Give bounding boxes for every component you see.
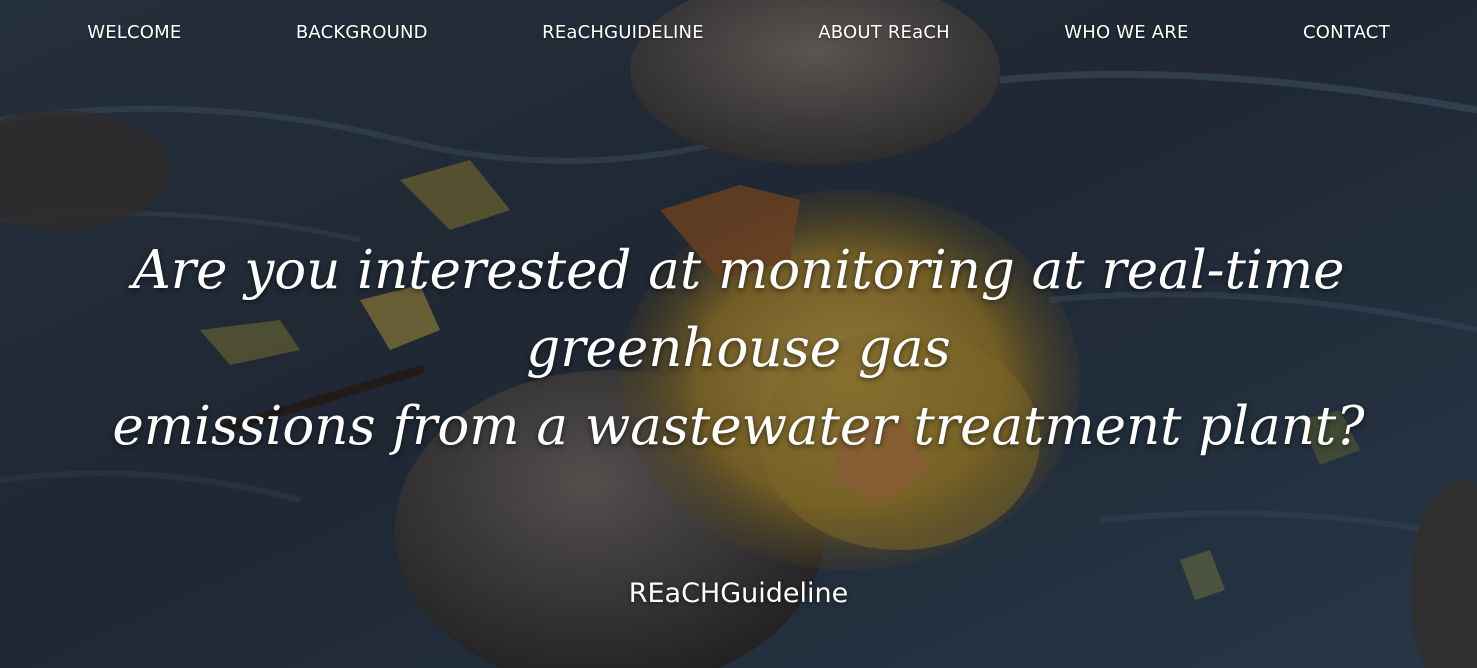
hero-headline-line-2: emissions from a wastewater treatment pl… [112,396,1365,457]
nav-item-about-reach[interactable]: ABOUT REaCH [810,18,958,47]
nav-item-reachguideline[interactable]: REaCHGUIDELINE [534,18,712,47]
nav-item-who-we-are[interactable]: WHO WE ARE [1056,18,1196,47]
hero-headline-line-1: Are you interested at monitoring at real… [132,240,1345,379]
nav-item-background[interactable]: BACKGROUND [288,18,436,47]
hero-section: WELCOME BACKGROUND REaCHGUIDELINE ABOUT … [0,0,1477,668]
site-name-label: REaCHGuideline [628,578,849,609]
nav-item-contact[interactable]: CONTACT [1295,18,1398,47]
hero-headline: Are you interested at monitoring at real… [0,232,1477,466]
nav-item-welcome[interactable]: WELCOME [79,18,189,47]
top-navigation: WELCOME BACKGROUND REaCHGUIDELINE ABOUT … [0,0,1477,64]
